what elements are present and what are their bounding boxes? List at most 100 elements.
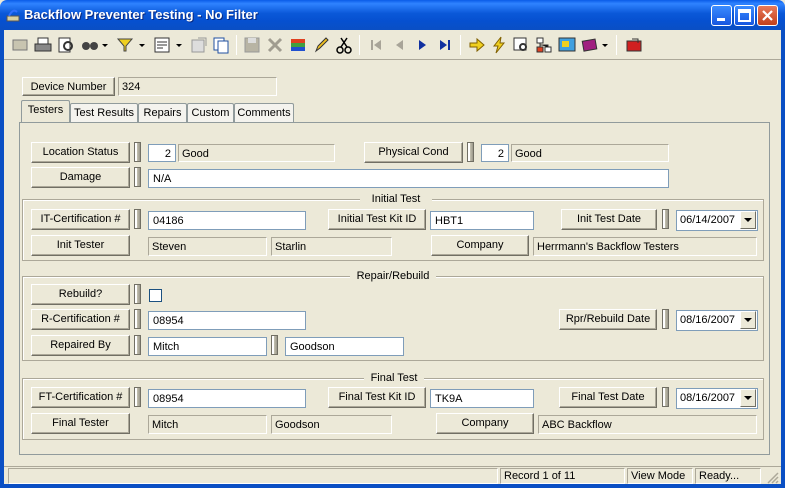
- physical-cond-value: Good: [511, 144, 669, 162]
- resize-grip-icon[interactable]: [765, 470, 779, 484]
- final-test-date-value: 08/16/2007: [680, 392, 736, 404]
- toolbar-separator: [359, 35, 360, 55]
- tab-testers[interactable]: Testers: [21, 100, 70, 123]
- initial-company-value: Herrmann's Backflow Testers: [533, 237, 757, 256]
- final-test-group-label: Final Test: [364, 372, 424, 384]
- rpr-rebuild-date-value: 08/16/2007: [680, 314, 736, 326]
- repaired-by-last-marker: [271, 335, 278, 355]
- tab-custom[interactable]: Custom: [187, 103, 234, 123]
- final-test-kit-id-field[interactable]: TK9A: [430, 389, 534, 408]
- repaired-by-last-name[interactable]: Goodson: [285, 337, 404, 356]
- final-test-date-button[interactable]: Final Test Date: [559, 387, 657, 408]
- repaired-by-button[interactable]: Repaired By: [31, 335, 130, 356]
- it-certification-field[interactable]: 04186: [148, 211, 306, 230]
- location-status-button[interactable]: Location Status: [31, 142, 130, 163]
- damage-button[interactable]: Damage: [31, 167, 130, 188]
- initial-test-group-label: Initial Test: [360, 193, 432, 205]
- copy-record-icon[interactable]: [211, 35, 231, 55]
- tab-comments[interactable]: Comments: [234, 103, 294, 123]
- print-icon[interactable]: [33, 35, 53, 55]
- status-mode: View Mode: [627, 468, 693, 484]
- properties-icon[interactable]: [189, 35, 209, 55]
- repair-rebuild-group-label: Repair/Rebuild: [350, 270, 436, 282]
- init-tester-button[interactable]: Init Tester: [31, 235, 130, 256]
- title-bar[interactable]: Backflow Preventer Testing - No Filter: [0, 0, 785, 30]
- rebuild-checkbox[interactable]: [149, 289, 162, 302]
- it-certification-button[interactable]: IT-Certification #: [31, 209, 130, 230]
- find-icon[interactable]: [80, 35, 100, 55]
- exit-icon[interactable]: [624, 35, 644, 55]
- physical-cond-button[interactable]: Physical Cond: [364, 142, 463, 163]
- add-record-icon[interactable]: [288, 35, 308, 55]
- final-company-value: ABC Backflow: [538, 415, 757, 434]
- final-tester-first-name: Mitch: [148, 415, 267, 434]
- init-test-date-value: 06/14/2007: [680, 214, 736, 226]
- reports-icon[interactable]: [580, 35, 600, 55]
- rebuild-button[interactable]: Rebuild?: [31, 284, 130, 305]
- ft-certification-button[interactable]: FT-Certification #: [31, 387, 130, 408]
- last-record-icon[interactable]: [435, 35, 455, 55]
- find-dropdown-icon[interactable]: [100, 35, 110, 55]
- map-icon[interactable]: [557, 35, 577, 55]
- final-test-date-dropdown[interactable]: [740, 389, 756, 407]
- rpr-rebuild-date-dropdown[interactable]: [740, 311, 756, 329]
- repaired-by-first-name[interactable]: Mitch: [148, 337, 267, 356]
- ft-certification-field[interactable]: 08954: [148, 389, 306, 408]
- init-test-date-button[interactable]: Init Test Date: [561, 209, 657, 230]
- toolbar-separator: [616, 35, 617, 55]
- lightning-icon[interactable]: [489, 35, 509, 55]
- filter-icon[interactable]: [115, 35, 135, 55]
- app-icon[interactable]: [5, 7, 21, 23]
- cut-icon[interactable]: [334, 35, 354, 55]
- save-icon[interactable]: [242, 35, 262, 55]
- initial-test-kit-id-field[interactable]: HBT1: [430, 211, 534, 230]
- initial-test-kit-id-button[interactable]: Initial Test Kit ID: [328, 209, 426, 230]
- hierarchy-icon[interactable]: [534, 35, 554, 55]
- initial-company-button[interactable]: Company: [431, 235, 529, 256]
- final-tester-button[interactable]: Final Tester: [31, 413, 130, 434]
- first-record-icon[interactable]: [366, 35, 386, 55]
- init-tester-last-name: Starlin: [271, 237, 392, 256]
- r-certification-field[interactable]: 08954: [148, 311, 306, 330]
- delete-icon[interactable]: [265, 35, 285, 55]
- final-test-kit-id-button[interactable]: Final Test Kit ID: [328, 387, 426, 408]
- init-tester-first-name: Steven: [148, 237, 267, 256]
- final-tester-last-name: Goodson: [271, 415, 392, 434]
- it-certification-marker: [134, 209, 141, 229]
- record-icon[interactable]: [10, 35, 30, 55]
- print-preview-icon[interactable]: [56, 35, 76, 55]
- damage-field[interactable]: N/A: [148, 169, 669, 188]
- window-frame-right: [781, 30, 785, 488]
- next-record-icon[interactable]: [412, 35, 432, 55]
- edit-icon[interactable]: [311, 35, 331, 55]
- lookup-icon[interactable]: [511, 35, 531, 55]
- status-state: Ready...: [695, 468, 761, 484]
- form-icon[interactable]: [152, 35, 172, 55]
- r-certification-marker: [134, 309, 141, 329]
- filter-dropdown-icon[interactable]: [137, 35, 147, 55]
- rebuild-marker: [134, 284, 141, 304]
- tab-test-results[interactable]: Test Results: [70, 103, 138, 123]
- ft-certification-marker: [134, 387, 141, 407]
- window-frame-bottom: [0, 484, 785, 488]
- init-test-date-marker: [662, 209, 669, 229]
- r-certification-button[interactable]: R-Certification #: [31, 309, 130, 330]
- rpr-rebuild-date-marker: [662, 309, 669, 329]
- close-button[interactable]: [757, 5, 778, 26]
- init-test-date-dropdown[interactable]: [740, 211, 756, 229]
- rpr-rebuild-date-button[interactable]: Rpr/Rebuild Date: [559, 309, 657, 330]
- physical-cond-code[interactable]: 2: [481, 144, 509, 162]
- status-record: Record 1 of 11: [500, 468, 625, 484]
- maximize-button[interactable]: [734, 5, 755, 26]
- tab-repairs[interactable]: Repairs: [138, 103, 187, 123]
- goto-arrow-icon[interactable]: [467, 35, 487, 55]
- reports-dropdown-icon[interactable]: [600, 35, 610, 55]
- form-dropdown-icon[interactable]: [174, 35, 184, 55]
- minimize-button[interactable]: [711, 5, 732, 26]
- window-title: Backflow Preventer Testing - No Filter: [24, 7, 258, 22]
- location-status-value: Good: [178, 144, 335, 162]
- location-status-code[interactable]: 2: [148, 144, 176, 162]
- final-company-button[interactable]: Company: [436, 413, 534, 434]
- device-number-button[interactable]: Device Number: [22, 77, 115, 96]
- previous-record-icon[interactable]: [389, 35, 409, 55]
